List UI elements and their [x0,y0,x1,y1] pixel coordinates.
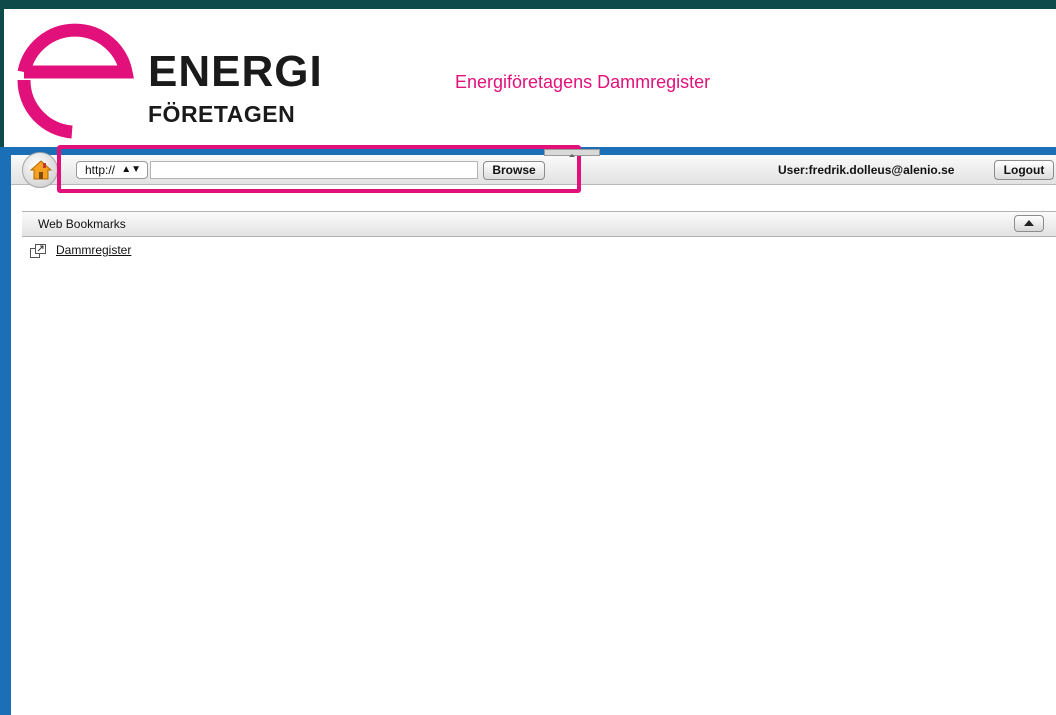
logo-e-icon [17,23,134,139]
collapse-splitter-handle[interactable] [544,149,600,157]
logo-text-foretagen: FÖRETAGEN [148,101,296,127]
logout-button[interactable]: Logout [994,160,1054,180]
user-label: User:fredrik.dolleus@alenio.se [778,163,955,177]
web-bookmarks-header: Web Bookmarks [22,211,1056,237]
logo-text-energi: ENERGI [148,47,323,96]
site-title: Energiföretagens Dammregister [455,72,711,92]
home-button[interactable] [22,152,58,188]
web-bookmarks-title: Web Bookmarks [38,217,126,231]
bookmark-link[interactable]: Dammregister [56,243,131,257]
external-link-icon [30,244,46,258]
collapse-button[interactable] [1014,215,1044,232]
highlight-annotation-box [57,145,581,193]
top-bar [0,0,1056,9]
blue-left-border [0,147,11,715]
home-icon [30,160,52,180]
